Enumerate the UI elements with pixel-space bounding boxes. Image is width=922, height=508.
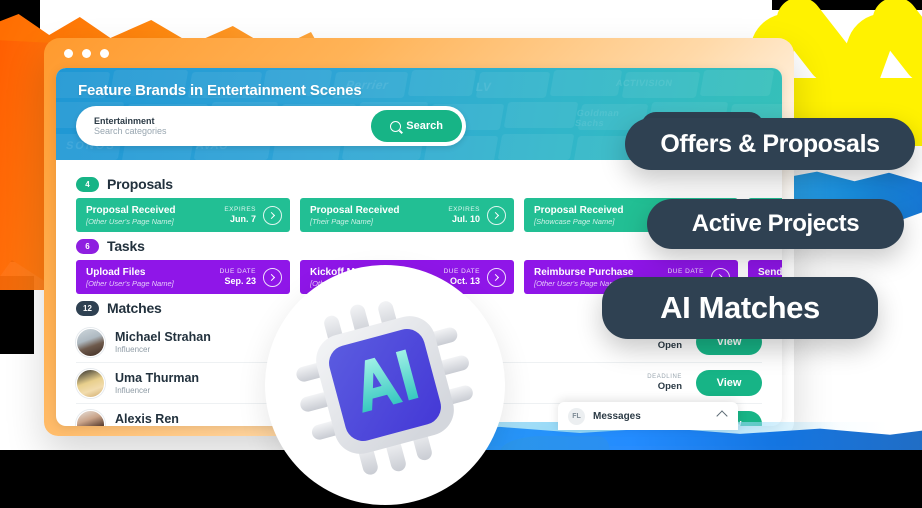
chevron-right-icon[interactable] bbox=[487, 205, 506, 225]
callout-active-projects: Active Projects bbox=[647, 199, 904, 249]
match-name: Uma Thurman bbox=[115, 371, 200, 386]
search-input[interactable]: Entertainment Search categories bbox=[76, 116, 167, 137]
task-card-due-label: DUE DATE bbox=[667, 267, 704, 275]
section-header-proposals: 4 Proposals bbox=[56, 170, 782, 198]
chevron-up-icon[interactable] bbox=[716, 410, 728, 422]
match-name: Alexis Ren bbox=[115, 412, 179, 426]
proposal-card-expires-date: Jun. 7 bbox=[229, 213, 256, 224]
task-card-due-date: Sep. 23 bbox=[224, 275, 256, 286]
window-dot-close[interactable] bbox=[64, 48, 73, 58]
search-bar[interactable]: Entertainment Search categories Search bbox=[76, 106, 466, 146]
avatar bbox=[76, 368, 105, 398]
match-deadline-value: Open bbox=[657, 380, 682, 392]
view-button[interactable]: View bbox=[696, 370, 762, 396]
tasks-section-title: Tasks bbox=[107, 238, 145, 254]
window-titlebar bbox=[44, 38, 794, 68]
avatar bbox=[76, 409, 105, 426]
task-card-title: Upload Files bbox=[86, 266, 146, 278]
match-deadline-label: DEADLINE bbox=[647, 373, 682, 380]
chevron-right-icon[interactable] bbox=[487, 267, 506, 287]
window-dot-minimize[interactable] bbox=[82, 48, 91, 58]
window-dot-maximize[interactable] bbox=[100, 48, 109, 58]
page-title: Feature Brands in Entertainment Scenes bbox=[78, 82, 362, 99]
match-role: Influencer bbox=[115, 385, 151, 395]
messages-avatar: FL bbox=[568, 407, 585, 425]
proposal-card-expires-label: EXPIRES bbox=[448, 205, 480, 213]
proposal-card-subtitle: [Their Page Name] bbox=[310, 216, 373, 226]
search-icon bbox=[390, 120, 402, 132]
ai-chip-badge bbox=[265, 265, 505, 505]
search-input-placeholder: Search categories bbox=[94, 126, 167, 136]
task-card-subtitle: [Other User's Page Name] bbox=[86, 278, 174, 288]
proposal-card[interactable]: Proposal Received [Their Page Name] EXPI… bbox=[300, 198, 514, 232]
matches-section-title: Matches bbox=[107, 300, 162, 316]
avatar bbox=[76, 327, 105, 357]
proposals-count-badge: 4 bbox=[76, 176, 99, 192]
matches-count-badge: 12 bbox=[76, 300, 99, 316]
messages-widget[interactable]: FL Messages bbox=[558, 402, 738, 430]
task-card[interactable]: Upload Files [Other User's Page Name] DU… bbox=[76, 260, 290, 294]
match-deadline-value: Open bbox=[657, 339, 682, 351]
task-card-due-label: DUE DATE bbox=[219, 267, 256, 275]
proposal-card-expires-label: EXPIRES bbox=[224, 205, 256, 213]
callout-offers-proposals: Offers & Proposals bbox=[625, 118, 915, 170]
tasks-count-badge: 6 bbox=[76, 238, 99, 254]
proposals-section-title: Proposals bbox=[107, 176, 173, 192]
poster-stage: Perrier ACTIVISION LV GoldmanSachs Ralph… bbox=[0, 0, 922, 508]
search-input-value: Entertainment bbox=[94, 115, 155, 126]
proposal-card-subtitle: [Other User's Page Name] bbox=[86, 216, 174, 226]
match-role: Influencer bbox=[115, 344, 151, 354]
callout-ai-matches: AI Matches bbox=[602, 277, 878, 339]
match-name: Michael Strahan bbox=[115, 330, 211, 345]
proposal-card-title: Proposal Received bbox=[310, 204, 400, 216]
proposal-card-expires-date: Jul. 10 bbox=[451, 213, 480, 224]
chevron-right-icon[interactable] bbox=[263, 205, 282, 225]
proposal-card[interactable]: Proposal Received [Other User's Page Nam… bbox=[76, 198, 290, 232]
search-button[interactable]: Search bbox=[371, 110, 462, 142]
chevron-right-icon[interactable] bbox=[263, 267, 282, 287]
proposal-card-title: Proposal Received bbox=[86, 204, 176, 216]
ai-chip-icon bbox=[296, 301, 473, 475]
messages-label: Messages bbox=[593, 410, 641, 422]
search-button-label: Search bbox=[406, 120, 443, 132]
task-card-due-label: DUE DATE bbox=[443, 267, 480, 275]
